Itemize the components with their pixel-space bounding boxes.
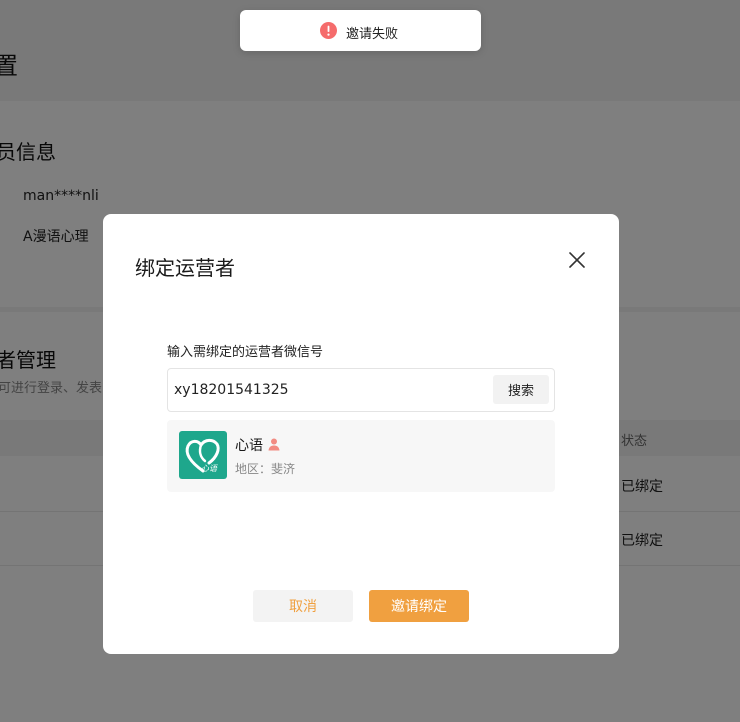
close-icon[interactable] bbox=[565, 248, 589, 272]
toast-message: 邀请失败 bbox=[346, 27, 399, 42]
search-box: 搜索 bbox=[167, 368, 555, 412]
person-icon bbox=[267, 436, 281, 451]
result-name: 心语 bbox=[235, 438, 263, 454]
error-toast: 邀请失败 bbox=[240, 10, 481, 51]
wechat-id-input[interactable] bbox=[172, 375, 476, 405]
cancel-button[interactable]: 取消 bbox=[253, 590, 353, 622]
modal-title: 绑定运营者 bbox=[135, 256, 235, 280]
search-result-item[interactable]: 心语 心语 地区：斐济 bbox=[167, 420, 555, 492]
bind-operator-modal: 绑定运营者 输入需绑定的运营者微信号 搜索 心语 心语 地区：斐济 取消 邀请绑… bbox=[103, 214, 619, 654]
avatar-text: 心语 bbox=[201, 464, 217, 473]
wechat-id-label: 输入需绑定的运营者微信号 bbox=[167, 345, 324, 360]
search-button[interactable]: 搜索 bbox=[493, 375, 549, 404]
error-icon bbox=[320, 22, 337, 39]
avatar: 心语 bbox=[179, 431, 227, 479]
result-region: 地区：斐济 bbox=[235, 462, 296, 476]
invite-bind-button[interactable]: 邀请绑定 bbox=[369, 590, 469, 622]
